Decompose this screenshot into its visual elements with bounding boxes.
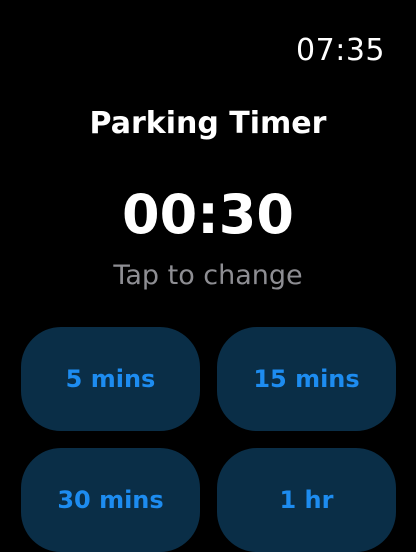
preset-5-mins-button[interactable]: 5 mins [21, 327, 200, 431]
tap-to-change-hint: Tap to change [113, 260, 303, 291]
preset-30-mins-button[interactable]: 30 mins [21, 448, 200, 552]
status-time: 07:35 [296, 33, 385, 68]
page-title: Parking Timer [89, 106, 327, 141]
preset-15-mins-button[interactable]: 15 mins [217, 327, 396, 431]
timer-value-display[interactable]: 00:30 [0, 183, 416, 247]
preset-1-hr-button[interactable]: 1 hr [217, 448, 396, 552]
